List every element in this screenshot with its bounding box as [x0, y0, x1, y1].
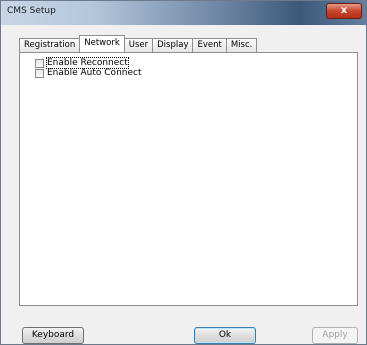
tab-network[interactable]: Network: [79, 35, 125, 52]
enable-auto-connect-label[interactable]: Enable Auto Connect: [47, 68, 142, 78]
tab-misc[interactable]: Misc.: [225, 38, 258, 52]
close-icon: x: [340, 5, 348, 16]
keyboard-button[interactable]: Keyboard: [22, 327, 84, 344]
tab-strip: Registration Network User Display Event …: [19, 35, 258, 52]
tab-display[interactable]: Display: [152, 38, 194, 52]
enable-auto-connect-checkbox[interactable]: [35, 68, 44, 78]
tab-event[interactable]: Event: [192, 38, 227, 52]
close-button[interactable]: x: [326, 3, 362, 19]
tab-registration[interactable]: Registration: [19, 38, 81, 52]
enable-auto-connect-option[interactable]: Enable Auto Connect: [35, 68, 142, 78]
enable-reconnect-checkbox[interactable]: [35, 58, 44, 68]
title-bar[interactable]: CMS Setup x: [1, 1, 366, 25]
enable-reconnect-option[interactable]: Enable Reconnect: [35, 57, 129, 69]
enable-reconnect-label[interactable]: Enable Reconnect: [46, 57, 129, 69]
ok-button[interactable]: Ok: [194, 327, 256, 344]
window-title: CMS Setup: [7, 6, 56, 16]
dialog-client-area: Registration Network User Display Event …: [8, 25, 361, 344]
network-tab-panel: Enable Reconnect Enable Auto Connect: [19, 52, 358, 306]
apply-button[interactable]: Apply: [312, 327, 358, 344]
tab-user[interactable]: User: [123, 38, 154, 52]
cms-setup-dialog: CMS Setup x Registration Network User Di…: [0, 0, 367, 345]
